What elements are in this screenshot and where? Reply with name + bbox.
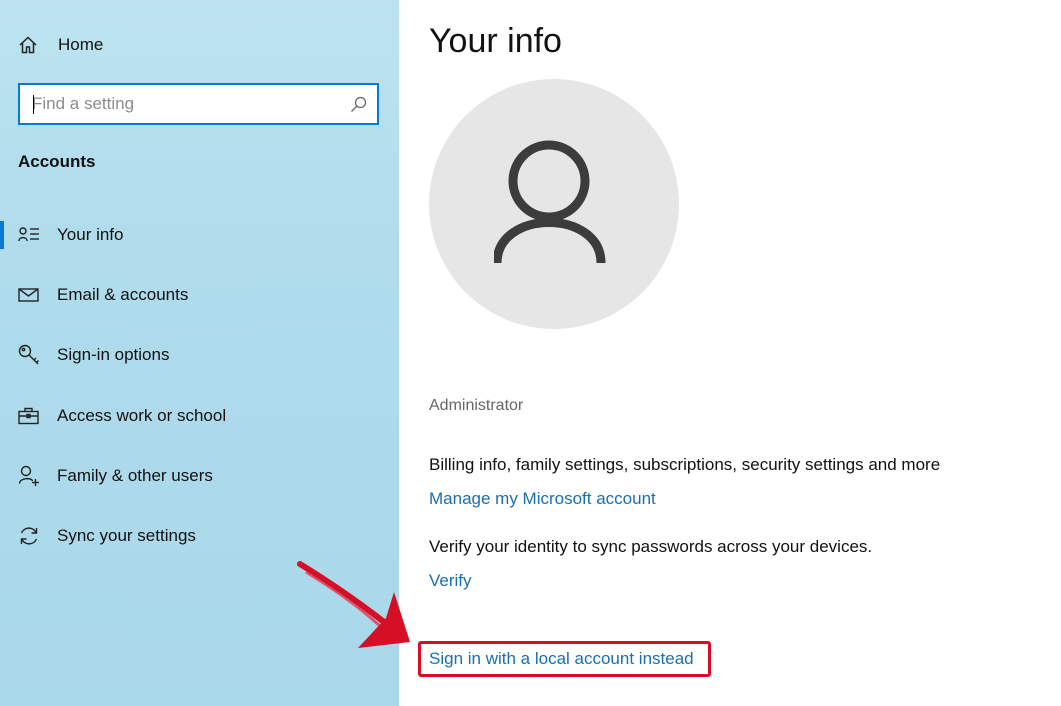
search-box[interactable] <box>18 83 379 125</box>
manage-microsoft-account-link[interactable]: Manage my Microsoft account <box>429 489 656 509</box>
user-avatar <box>429 79 679 329</box>
sidebar-item-label: Email & accounts <box>57 285 189 304</box>
user-avatar-icon <box>492 137 614 272</box>
red-arrow-annotation <box>296 560 416 660</box>
sidebar-item-email-accounts[interactable]: Email & accounts <box>0 273 399 317</box>
home-nav-item[interactable]: Home <box>18 30 103 60</box>
sidebar-item-your-info[interactable]: Your info <box>0 213 399 257</box>
search-input[interactable] <box>32 94 342 114</box>
sidebar-item-access-work-school[interactable]: Access work or school <box>0 394 399 438</box>
sidebar-item-sign-in-options[interactable]: Sign-in options <box>0 333 399 377</box>
home-label: Home <box>58 35 104 54</box>
search-icon[interactable] <box>350 96 367 113</box>
sync-icon <box>18 525 40 547</box>
verify-link[interactable]: Verify <box>429 571 472 591</box>
verify-description: Verify your identity to sync passwords a… <box>429 537 873 556</box>
sidebar-item-sync-settings[interactable]: Sync your settings <box>0 514 399 558</box>
section-title: Accounts <box>18 152 96 171</box>
key-icon <box>18 344 40 366</box>
briefcase-icon <box>18 407 39 425</box>
sidebar-item-label: Family & other users <box>57 466 213 485</box>
sidebar-item-label: Your info <box>57 225 124 244</box>
main-content: Your info Administrator Billing info, fa… <box>399 0 1061 706</box>
sign-in-local-account-link[interactable]: Sign in with a local account instead <box>429 649 694 669</box>
billing-description: Billing info, family settings, subscript… <box>429 455 941 474</box>
sidebar-item-label: Sign-in options <box>57 345 170 364</box>
sidebar-item-label: Access work or school <box>57 406 227 425</box>
person-add-icon <box>18 465 40 487</box>
text-caret <box>33 95 34 114</box>
mail-icon <box>18 287 39 303</box>
sidebar-item-family-other-users[interactable]: Family & other users <box>0 454 399 498</box>
home-icon <box>18 35 38 55</box>
person-list-icon <box>18 226 40 244</box>
page-title: Your info <box>429 22 562 60</box>
sidebar-item-label: Sync your settings <box>57 526 196 545</box>
account-username: Administrator <box>429 397 524 414</box>
active-indicator <box>0 221 4 249</box>
